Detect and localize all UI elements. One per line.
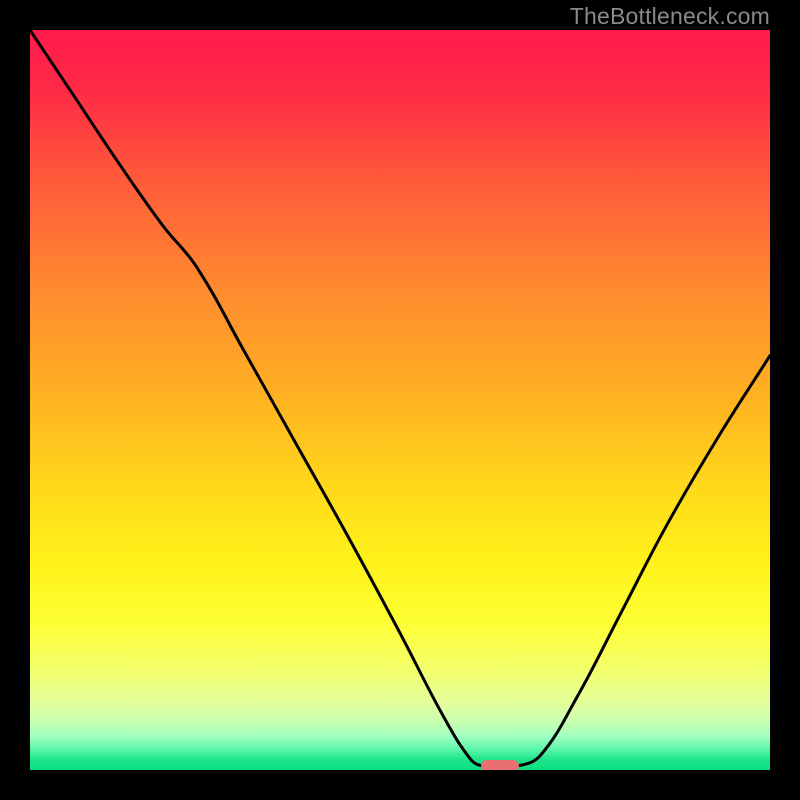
plot-area: [30, 30, 770, 770]
optimum-marker: [481, 760, 519, 770]
watermark-text: TheBottleneck.com: [570, 3, 770, 30]
bottleneck-curve: [30, 30, 770, 770]
chart-frame: TheBottleneck.com: [0, 0, 800, 800]
